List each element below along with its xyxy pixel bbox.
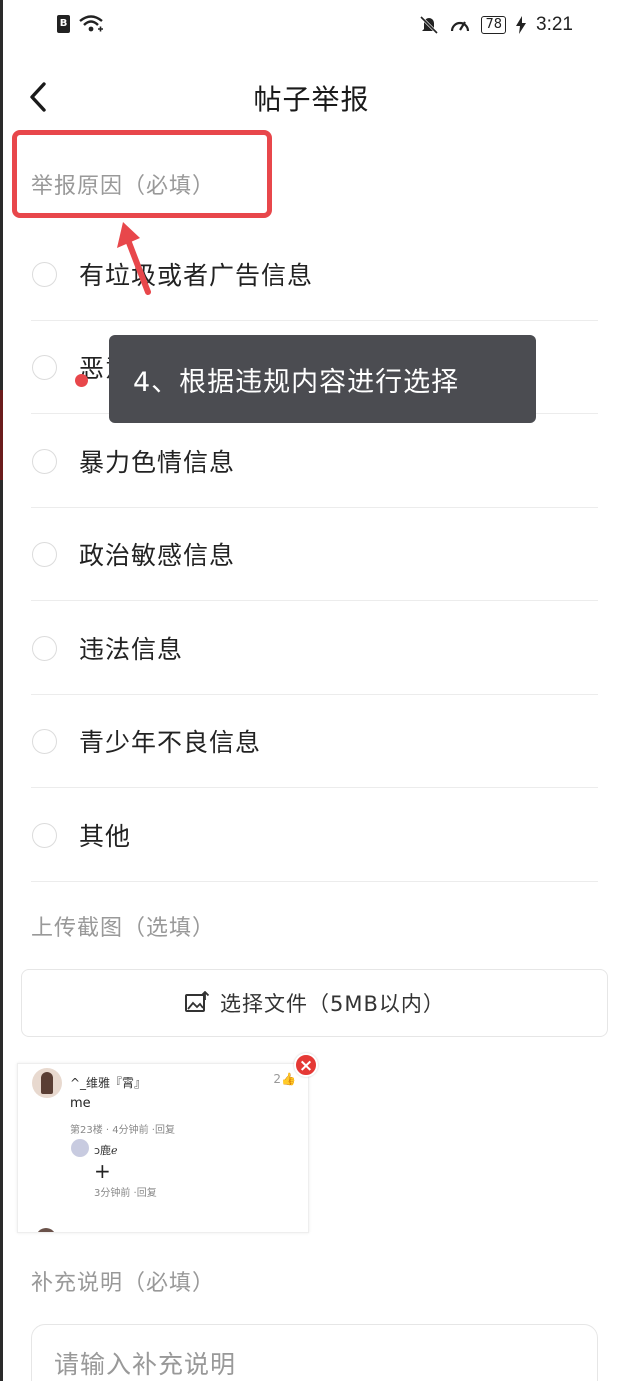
option-youth-harmful[interactable]: 青少年不良信息 bbox=[31, 695, 598, 788]
like-count: 2 bbox=[273, 1072, 282, 1086]
bell-off-icon bbox=[420, 15, 439, 35]
annotation-dot bbox=[75, 374, 88, 387]
radio-circle[interactable] bbox=[32, 822, 57, 848]
wifi-icon bbox=[79, 15, 103, 32]
thumb-meta: 第23楼 · 4分钟前 ·回复 bbox=[70, 1125, 175, 1136]
annotation-arrow-icon bbox=[117, 222, 151, 295]
option-violence-porn[interactable]: 暴力色情信息 bbox=[31, 415, 598, 508]
status-left: B bbox=[57, 14, 104, 34]
option-label: 暴力色情信息 bbox=[79, 448, 236, 477]
option-label: 政治敏感信息 bbox=[79, 541, 236, 570]
annotation-highlight-box bbox=[12, 130, 272, 218]
thumb-reply-username: ɔ鹿ℯ bbox=[94, 1144, 118, 1157]
guide-tooltip: 4、根据违规内容进行选择 bbox=[109, 335, 536, 423]
radio-circle[interactable] bbox=[32, 541, 57, 567]
option-label: 违法信息 bbox=[79, 635, 184, 664]
radio-circle[interactable] bbox=[32, 261, 57, 287]
delete-image-button[interactable]: × bbox=[294, 1053, 318, 1077]
thumb-reply-meta: 3分钟前 ·回复 bbox=[94, 1188, 157, 1199]
charging-icon bbox=[516, 16, 527, 34]
image-upload-icon bbox=[185, 991, 210, 1012]
option-illegal[interactable]: 违法信息 bbox=[31, 602, 598, 695]
uploaded-screenshot-thumbnail[interactable]: ^_维雅『霄』 2👍 me 第23楼 · 4分钟前 ·回复 ɔ鹿ℯ + 3分钟前… bbox=[17, 1063, 309, 1233]
choose-file-button[interactable]: 选择文件（5MB以内） bbox=[21, 969, 608, 1037]
thumb-username: ^_维雅『霄』 bbox=[70, 1076, 147, 1090]
upload-label: 上传截图（选填） bbox=[31, 916, 216, 941]
thumb-up-icon: 👍 bbox=[281, 1072, 296, 1086]
tooltip-text: 4、根据违规内容进行选择 bbox=[133, 366, 460, 398]
avatar bbox=[32, 1068, 62, 1098]
radio-circle[interactable] bbox=[32, 635, 57, 661]
radio-circle[interactable] bbox=[32, 728, 57, 754]
thumb-like-count: 2👍 bbox=[273, 1072, 296, 1086]
close-icon: × bbox=[298, 1056, 314, 1076]
status-right: 78 3:21 bbox=[419, 14, 573, 36]
supplement-textarea[interactable]: 请输入补充说明 bbox=[31, 1324, 598, 1381]
avatar bbox=[36, 1228, 56, 1232]
avatar bbox=[71, 1139, 89, 1157]
thumb-reply-content: + bbox=[94, 1159, 111, 1183]
option-political[interactable]: 政治敏感信息 bbox=[31, 508, 598, 601]
screen-edge-accent bbox=[0, 390, 3, 480]
choose-file-label: 选择文件（5MB以内） bbox=[220, 992, 445, 1016]
clock: 3:21 bbox=[536, 14, 573, 35]
option-other[interactable]: 其他 bbox=[31, 789, 598, 882]
radio-circle[interactable] bbox=[32, 354, 57, 380]
sim-icon: B bbox=[57, 15, 70, 33]
supplement-label: 补充说明（必填） bbox=[31, 1271, 216, 1296]
speed-icon bbox=[451, 21, 470, 32]
battery-indicator: 78 bbox=[481, 16, 507, 34]
page-title: 帖子举报 bbox=[253, 83, 370, 116]
thumb-comment: me bbox=[70, 1096, 91, 1111]
screen-edge bbox=[0, 0, 3, 1381]
status-bar: B 78 3:21 bbox=[0, 0, 623, 56]
option-label: 青少年不良信息 bbox=[79, 728, 262, 757]
option-label: 其他 bbox=[79, 822, 132, 851]
radio-circle[interactable] bbox=[32, 448, 57, 474]
